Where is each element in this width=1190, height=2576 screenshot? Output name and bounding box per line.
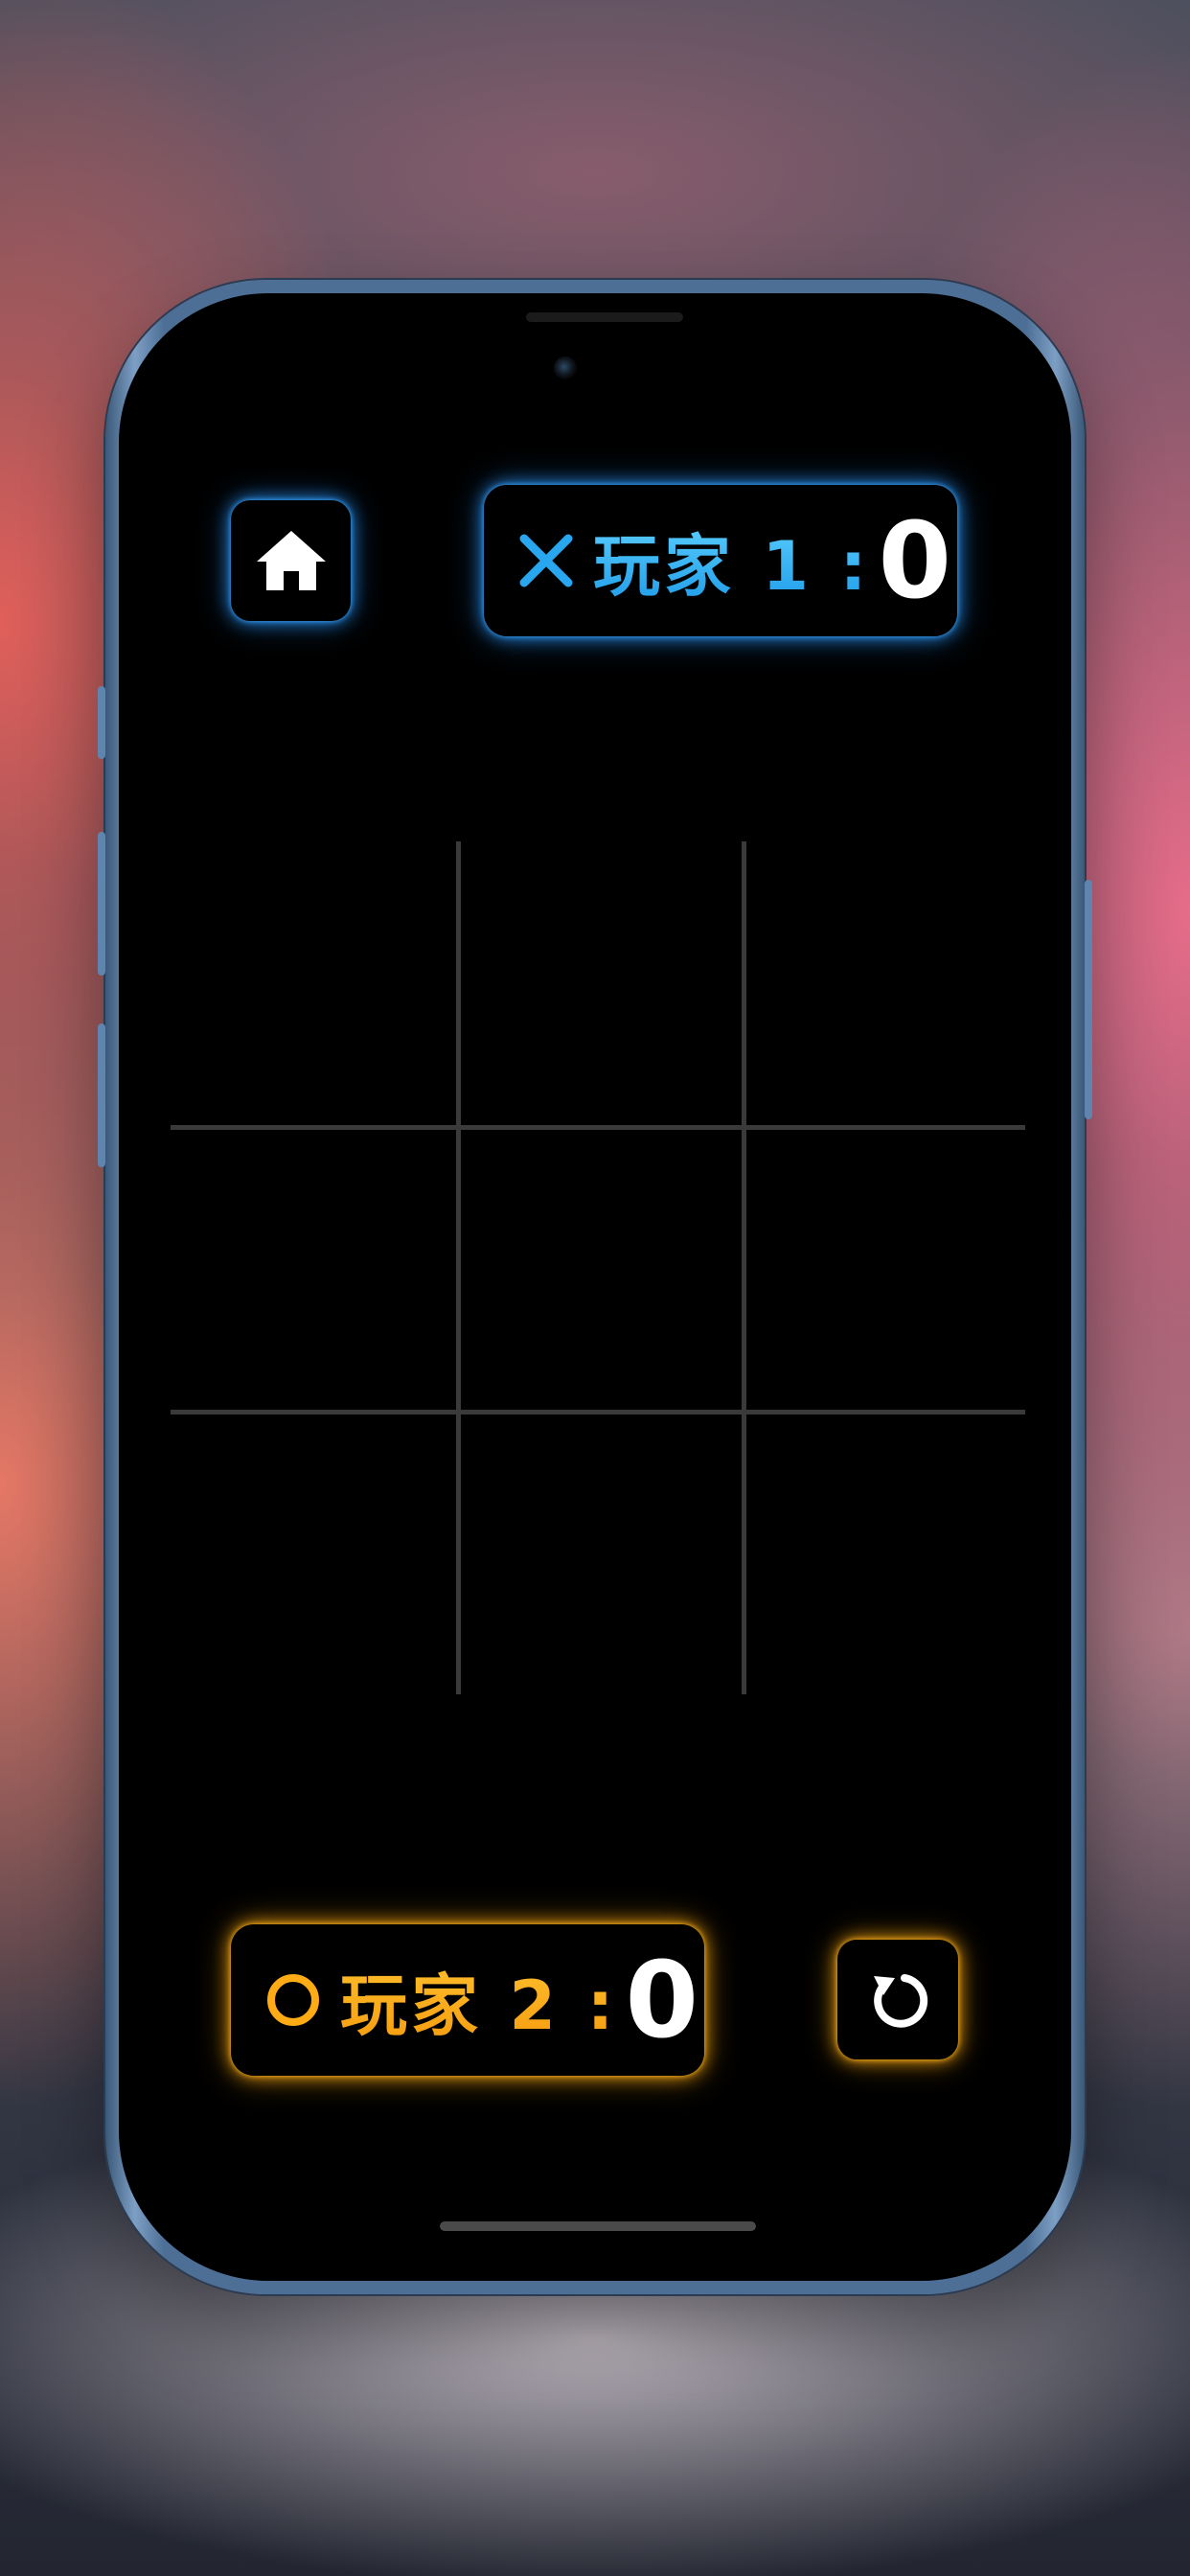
o-ring-icon	[267, 1974, 319, 2026]
home-indicator[interactable]	[440, 2221, 756, 2231]
action-button	[98, 686, 105, 759]
restart-button[interactable]	[837, 1940, 958, 2059]
speaker-grille	[526, 312, 683, 322]
board-cell[interactable]	[171, 1130, 453, 1413]
player2-label: 玩家 2 :	[340, 1952, 617, 2049]
volume-down-button	[98, 1024, 105, 1167]
board-cell[interactable]	[746, 841, 1029, 1124]
player1-score-panel: 玩家 1 : 0	[484, 485, 957, 636]
home-button[interactable]	[231, 500, 351, 621]
board-cell[interactable]	[171, 1414, 453, 1697]
board-cell[interactable]	[171, 841, 453, 1124]
board-cell[interactable]	[461, 1414, 744, 1697]
volume-up-button	[98, 832, 105, 976]
board-cell[interactable]	[461, 841, 744, 1124]
board-cell[interactable]	[746, 1414, 1029, 1697]
phone-frame: 玩家 1 : 0 玩家 2 : 0	[98, 280, 1092, 2294]
player1-score: 0	[878, 499, 951, 622]
screen: 玩家 1 : 0 玩家 2 : 0	[119, 293, 1071, 2281]
game-board	[171, 841, 1025, 1694]
player2-score: 0	[625, 1939, 698, 2061]
power-button	[1085, 880, 1092, 1119]
house-icon	[256, 531, 326, 590]
board-cell[interactable]	[461, 1130, 744, 1413]
x-mark-icon	[519, 534, 573, 587]
restart-arrow-icon	[874, 1973, 928, 2028]
front-camera	[554, 356, 577, 380]
player1-label: 玩家 1 :	[593, 513, 870, 610]
player2-score-panel: 玩家 2 : 0	[231, 1924, 704, 2076]
board-cell[interactable]	[746, 1130, 1029, 1413]
